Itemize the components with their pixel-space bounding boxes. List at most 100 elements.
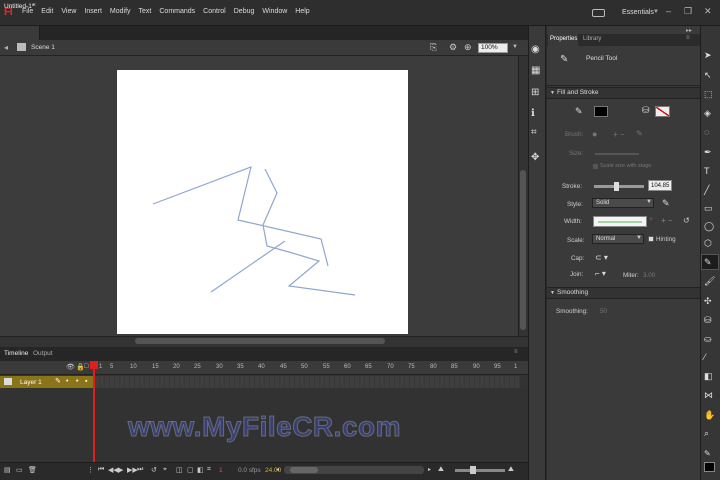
- onion-outline-icon[interactable]: ▢: [187, 466, 194, 474]
- join-style-icon[interactable]: ⌐ ▾: [595, 269, 606, 278]
- scroll-right-icon[interactable]: ▸: [428, 466, 431, 473]
- zoom-input[interactable]: 100%: [478, 43, 508, 53]
- layer-visible-dot[interactable]: •: [66, 378, 68, 385]
- panel-menu-icon[interactable]: ≡: [686, 35, 690, 41]
- info-icon[interactable]: ℹ: [531, 108, 535, 119]
- align-icon[interactable]: ⊞: [531, 87, 539, 98]
- eraser-tool-icon[interactable]: ◧: [704, 371, 713, 382]
- transform-icon[interactable]: ⌗: [531, 127, 537, 138]
- document-tab[interactable]: [0, 26, 40, 40]
- layer-lock-dot[interactable]: •: [76, 378, 78, 385]
- workspace-layout-icon[interactable]: [592, 9, 605, 17]
- tab-output[interactable]: Output: [33, 350, 53, 357]
- layer-row[interactable]: [0, 376, 95, 388]
- pen-tool-icon[interactable]: ✒: [704, 147, 712, 158]
- menu-commands[interactable]: Commands: [159, 8, 195, 15]
- stroke-size-knob[interactable]: [614, 182, 619, 191]
- swatches-icon[interactable]: ▦: [531, 65, 540, 76]
- modify-markers-icon[interactable]: ⌗: [207, 466, 211, 474]
- chevron-down-icon[interactable]: ▼: [646, 199, 652, 205]
- menu-insert[interactable]: Insert: [84, 8, 102, 15]
- selection-tool-icon[interactable]: ➤: [704, 50, 712, 61]
- playhead-handle[interactable]: [90, 361, 98, 369]
- style-dropdown[interactable]: Solid: [592, 198, 654, 208]
- center-frame-icon[interactable]: ⌖: [163, 466, 167, 474]
- cap-style-icon[interactable]: ⊂ ▾: [595, 253, 608, 262]
- text-tool-icon[interactable]: T: [704, 166, 710, 176]
- stroke-size-slider[interactable]: [594, 185, 644, 188]
- stroke-color-chip[interactable]: [704, 462, 715, 472]
- stroke-color-swatch[interactable]: [594, 106, 608, 117]
- fill-color-swatch[interactable]: [655, 106, 670, 117]
- document-tab-label[interactable]: Untitled-1*: [4, 3, 34, 10]
- size-slider[interactable]: [595, 153, 639, 155]
- bone-tool-icon[interactable]: ✣: [704, 296, 712, 307]
- play-icon[interactable]: ▶: [118, 466, 123, 474]
- scale-with-stage-checkbox[interactable]: [593, 164, 598, 169]
- loop-playback-icon[interactable]: ↺: [151, 466, 157, 474]
- collapse-triangle-icon[interactable]: ▼: [550, 290, 555, 296]
- menu-window[interactable]: Window: [262, 8, 287, 15]
- close-tab-icon[interactable]: ×: [32, 2, 36, 9]
- back-arrow-icon[interactable]: ◂: [4, 43, 8, 52]
- timeline-zoom-slider[interactable]: [455, 469, 505, 472]
- restore-icon[interactable]: ❐: [684, 6, 692, 17]
- current-frame[interactable]: 1: [219, 467, 223, 474]
- stage-canvas[interactable]: [117, 70, 408, 334]
- edit-stroke-style-icon[interactable]: ✎: [662, 198, 670, 209]
- line-tool-icon[interactable]: ╱: [704, 185, 709, 196]
- 3d-rotation-tool-icon[interactable]: ◈: [704, 108, 711, 119]
- delete-layer-icon[interactable]: 🗑: [28, 466, 37, 474]
- lasso-tool-icon[interactable]: ◌: [704, 127, 709, 137]
- new-folder-icon[interactable]: ▭: [16, 466, 23, 474]
- eyedropper-tool-icon[interactable]: ⁄: [704, 352, 706, 362]
- rectangle-tool-icon[interactable]: ▭: [704, 203, 713, 214]
- tab-library[interactable]: Library: [583, 36, 601, 42]
- polystar-tool-icon[interactable]: ⬡: [704, 238, 712, 249]
- stage-vertical-scroll-thumb[interactable]: [520, 170, 526, 330]
- hand-tool-icon[interactable]: ✋: [704, 410, 715, 421]
- code-snippets-icon[interactable]: ✥: [531, 152, 539, 163]
- workspace-switcher[interactable]: Essentials: [622, 9, 654, 16]
- oval-tool-icon[interactable]: ◯: [704, 221, 714, 232]
- loop-icon[interactable]: ⋮: [87, 466, 94, 474]
- menu-modify[interactable]: Modify: [110, 8, 131, 15]
- go-first-frame-icon[interactable]: ⏮: [98, 466, 104, 474]
- outline-icon[interactable]: □: [84, 363, 88, 370]
- subselection-tool-icon[interactable]: ↖: [704, 70, 712, 81]
- stroke-size-input[interactable]: 104.85: [648, 180, 672, 191]
- collapse-panel-icon[interactable]: ▸▸: [686, 27, 692, 34]
- minimize-icon[interactable]: –: [666, 6, 671, 16]
- panel-menu-icon[interactable]: ≡: [514, 349, 518, 355]
- tab-timeline[interactable]: Timeline: [4, 350, 28, 357]
- layer-outline-square[interactable]: ▪: [85, 378, 87, 385]
- chevron-down-icon[interactable]: ▼: [653, 9, 659, 15]
- show-hide-icon[interactable]: 👁: [66, 363, 75, 371]
- frame-ruler[interactable]: 1 5 10 15 20 25 30 35 40 45 50 55 60 65 …: [95, 361, 520, 375]
- edit-scene-icon[interactable]: ⎘: [430, 42, 437, 53]
- chevron-down-icon[interactable]: ▼: [648, 217, 654, 223]
- width-add-remove-icon[interactable]: + −: [661, 216, 673, 225]
- miter-value[interactable]: 3.00: [643, 272, 655, 279]
- zoom-tool-icon[interactable]: ⌕: [704, 428, 709, 439]
- playhead[interactable]: [93, 362, 95, 462]
- go-last-frame-icon[interactable]: ⏭: [137, 466, 143, 474]
- layer-name[interactable]: Layer 1: [20, 379, 42, 386]
- zoom-in-icon[interactable]: ⛰: [508, 466, 514, 474]
- timeline-scroll-thumb[interactable]: [290, 467, 318, 473]
- paint-bucket-tool-icon[interactable]: ⛁: [704, 315, 712, 326]
- menu-help[interactable]: Help: [295, 8, 309, 15]
- chevron-down-icon[interactable]: ▼: [636, 235, 642, 241]
- new-layer-icon[interactable]: ▤: [4, 466, 11, 474]
- brush-tool-icon[interactable]: 🖌: [704, 276, 715, 287]
- width-tool-icon[interactable]: ⋈: [704, 390, 713, 401]
- tab-properties[interactable]: Properties: [550, 36, 577, 42]
- zoom-dropdown-icon[interactable]: ▼: [512, 44, 518, 50]
- brush-edit-icon[interactable]: ✎: [636, 129, 643, 138]
- edit-multiple-frames-icon[interactable]: ◧: [197, 466, 204, 474]
- menu-debug[interactable]: Debug: [234, 8, 255, 15]
- menu-control[interactable]: Control: [203, 8, 226, 15]
- layer-frames[interactable]: [95, 376, 520, 388]
- scroll-left-icon[interactable]: ◂: [276, 466, 279, 473]
- hinting-checkbox[interactable]: [648, 236, 654, 242]
